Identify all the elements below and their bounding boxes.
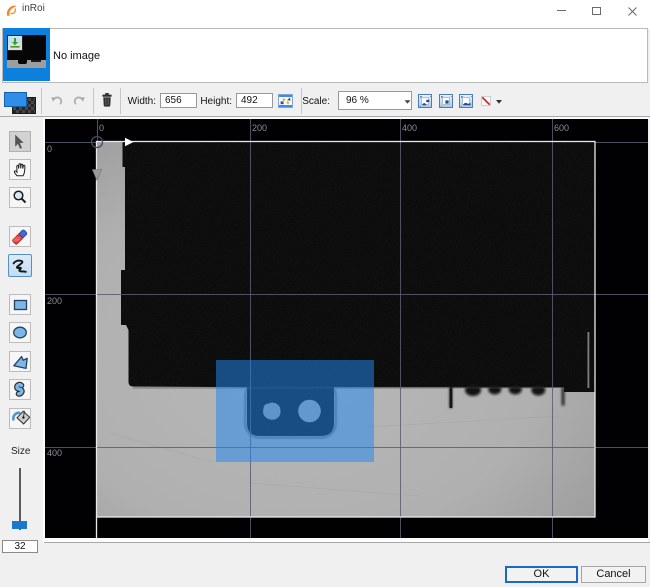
svg-text:600: 600 [554, 123, 569, 133]
svg-text:200: 200 [47, 296, 62, 306]
svg-text:400: 400 [47, 448, 62, 458]
svg-text:400: 400 [402, 123, 417, 133]
svg-text:200: 200 [252, 123, 267, 133]
svg-text:0: 0 [47, 144, 52, 154]
svg-text:0: 0 [99, 123, 104, 133]
